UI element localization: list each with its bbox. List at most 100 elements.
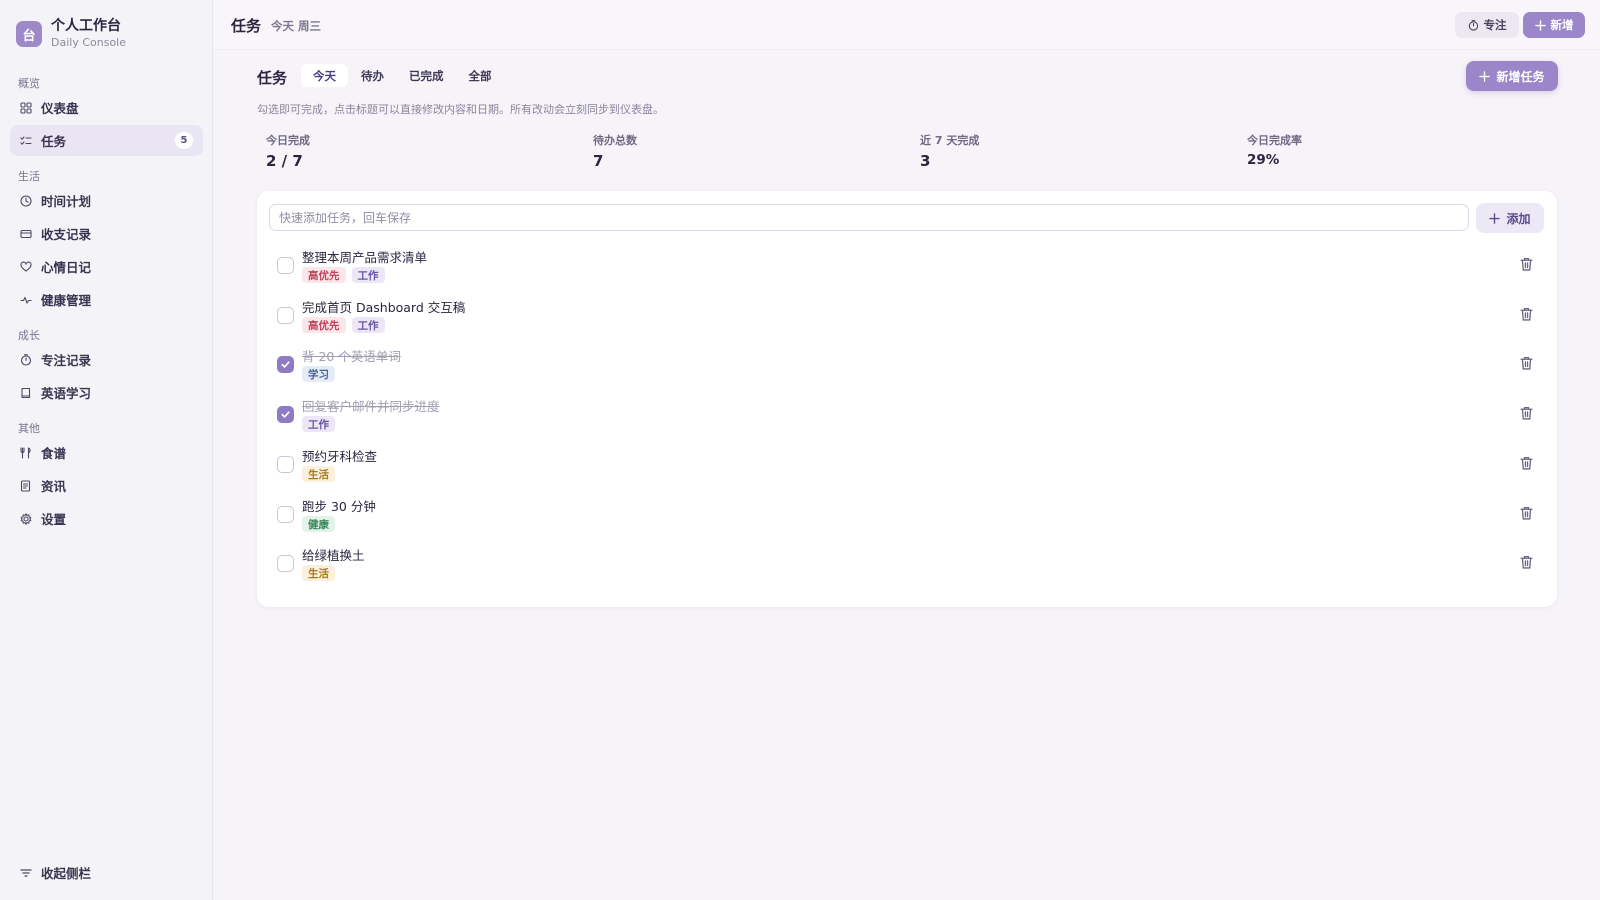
- quick-add-input[interactable]: [269, 204, 1469, 231]
- nav-group-label: 其他: [18, 422, 40, 435]
- add-task-button[interactable]: 新增任务: [1466, 61, 1558, 91]
- topbar: 任务 今天 周三 专注 新增: [214, 0, 1600, 50]
- sidebar-item-wallet[interactable]: 收支记录: [10, 218, 203, 249]
- main-content: 任务 今天 待办 已完成 全部 新增任务 勾选即可完成，点击标题可以直接修改内容…: [214, 50, 1600, 900]
- sidebar-item-label: 专注记录: [41, 353, 92, 368]
- task-card: 添加 整理本周产品需求清单高优先工作完成首页 Dashboard 交互稿高优先工…: [257, 191, 1557, 607]
- delete-task-button[interactable]: [1520, 256, 1533, 271]
- task-checkbox[interactable]: [277, 406, 294, 423]
- delete-task-button[interactable]: [1520, 306, 1533, 321]
- task-row: 完成首页 Dashboard 交互稿 高优先 工作: [257, 291, 1557, 341]
- task-tag: 健康: [302, 516, 335, 532]
- timer-icon: [20, 353, 32, 366]
- page-date: 今天 周三: [271, 19, 322, 33]
- stat-label: 待办总数: [593, 134, 637, 147]
- new-button[interactable]: 新增: [1523, 12, 1585, 38]
- delete-task-button[interactable]: [1520, 455, 1533, 470]
- heart-icon: [20, 261, 32, 273]
- task-title[interactable]: 回复客户邮件并同步进度: [302, 396, 440, 415]
- task-tags: 生活: [302, 565, 341, 581]
- task-tags: 高优先 工作: [302, 317, 391, 333]
- book-icon: [20, 387, 32, 399]
- sidebar-item-timer[interactable]: 专注记录: [10, 344, 203, 375]
- delete-task-button[interactable]: [1520, 355, 1533, 370]
- stat-week-done: 近 7 天完成 3: [911, 132, 1221, 172]
- task-tag: 工作: [302, 416, 335, 432]
- task-checkbox[interactable]: [277, 257, 294, 274]
- task-title[interactable]: 完成首页 Dashboard 交互稿: [302, 297, 465, 316]
- task-checkbox[interactable]: [277, 356, 294, 373]
- brand-logo: 台: [16, 21, 42, 47]
- sidebar-item-pulse[interactable]: 健康管理: [10, 284, 203, 315]
- task-title[interactable]: 预约牙科检查: [302, 446, 377, 465]
- stats-row: 今日完成 2 / 7 待办总数 7 近 7 天完成 3 今日完成率 29%: [257, 132, 1559, 172]
- task-title[interactable]: 整理本周产品需求清单: [302, 247, 427, 266]
- brand: 台 个人工作台 Daily Console: [16, 18, 126, 50]
- stat-todo-total: 待办总数 7: [584, 132, 894, 172]
- stat-label: 近 7 天完成: [920, 134, 980, 147]
- task-checkbox[interactable]: [277, 506, 294, 523]
- clock-icon: [20, 194, 32, 207]
- dashboard-icon: [20, 101, 32, 114]
- task-tag: 学习: [302, 366, 335, 382]
- sidebar-item-tasks[interactable]: 任务 5: [10, 125, 203, 156]
- collapse-sidebar-button[interactable]: 收起侧栏: [20, 863, 91, 882]
- trash-icon: [1520, 257, 1533, 271]
- filter-lines-icon: [20, 868, 32, 877]
- gear-icon: [20, 512, 32, 525]
- stat-value: 7: [593, 152, 604, 170]
- tab-todo[interactable]: 待办: [349, 64, 396, 87]
- sidebar-item-label: 仪表盘: [41, 101, 79, 116]
- clock-icon: [20, 194, 32, 207]
- task-tags: 工作: [302, 416, 341, 432]
- task-title[interactable]: 跑步 30 分钟: [302, 496, 376, 515]
- tasks-icon: [20, 135, 32, 147]
- sidebar-item-label: 资讯: [41, 479, 67, 494]
- delete-task-button[interactable]: [1520, 505, 1533, 520]
- delete-task-button[interactable]: [1520, 554, 1533, 569]
- sidebar-item-heart[interactable]: 心情日记: [10, 251, 203, 282]
- sidebar-item-label: 设置: [41, 512, 67, 527]
- sidebar-item-label: 食谱: [41, 446, 67, 461]
- add-task-label: 新增任务: [1496, 69, 1545, 84]
- task-row: 给绿植换土 生活: [257, 539, 1557, 589]
- sidebar-item-book[interactable]: 英语学习: [10, 377, 203, 408]
- sidebar-item-label: 时间计划: [41, 194, 92, 209]
- section-title: 任务: [257, 69, 288, 87]
- task-tags: 生活: [302, 466, 341, 482]
- sidebar-item-dashboard[interactable]: 仪表盘: [10, 92, 203, 123]
- sidebar-item-clock[interactable]: 时间计划: [10, 185, 203, 216]
- nav-group-label: 生活: [18, 170, 40, 183]
- task-title[interactable]: 背 20 个英语单词: [302, 346, 401, 365]
- tab-done[interactable]: 已完成: [397, 64, 456, 87]
- wallet-icon: [20, 228, 32, 240]
- task-tag: 工作: [351, 317, 385, 333]
- sidebar-item-label: 健康管理: [41, 293, 92, 308]
- task-checkbox[interactable]: [277, 555, 294, 572]
- task-checkbox[interactable]: [277, 456, 294, 473]
- quick-add-button[interactable]: 添加: [1476, 203, 1544, 233]
- trash-icon: [1520, 506, 1533, 520]
- task-checkbox[interactable]: [277, 307, 294, 324]
- tab-all[interactable]: 全部: [457, 64, 504, 87]
- sidebar-item-utensils[interactable]: 食谱: [10, 437, 203, 468]
- tab-today[interactable]: 今天: [301, 64, 348, 87]
- sidebar-item-label: 心情日记: [41, 260, 92, 275]
- task-title[interactable]: 给绿植换土: [302, 545, 365, 564]
- page-title: 任务: [231, 17, 262, 35]
- sidebar-item-label: 收支记录: [41, 227, 92, 242]
- news-icon: [20, 479, 31, 492]
- stat-value: 29%: [1247, 152, 1280, 168]
- pulse-icon: [20, 294, 32, 306]
- sidebar: 台 个人工作台 Daily Console 概览 仪表盘 任务 5 生活 时间计划 收支记录…: [0, 0, 213, 900]
- sidebar-item-gear[interactable]: 设置: [10, 503, 203, 534]
- sidebar-item-news[interactable]: 资讯: [10, 470, 203, 501]
- pulse-icon: [20, 296, 32, 304]
- book-icon: [21, 387, 31, 398]
- quick-add-label: 添加: [1506, 211, 1531, 226]
- task-tags: 高优先 工作: [302, 267, 391, 283]
- delete-task-button[interactable]: [1520, 405, 1533, 420]
- focus-button[interactable]: 专注: [1455, 12, 1519, 38]
- task-tags: 学习: [302, 366, 341, 382]
- plus-icon: [1489, 212, 1501, 224]
